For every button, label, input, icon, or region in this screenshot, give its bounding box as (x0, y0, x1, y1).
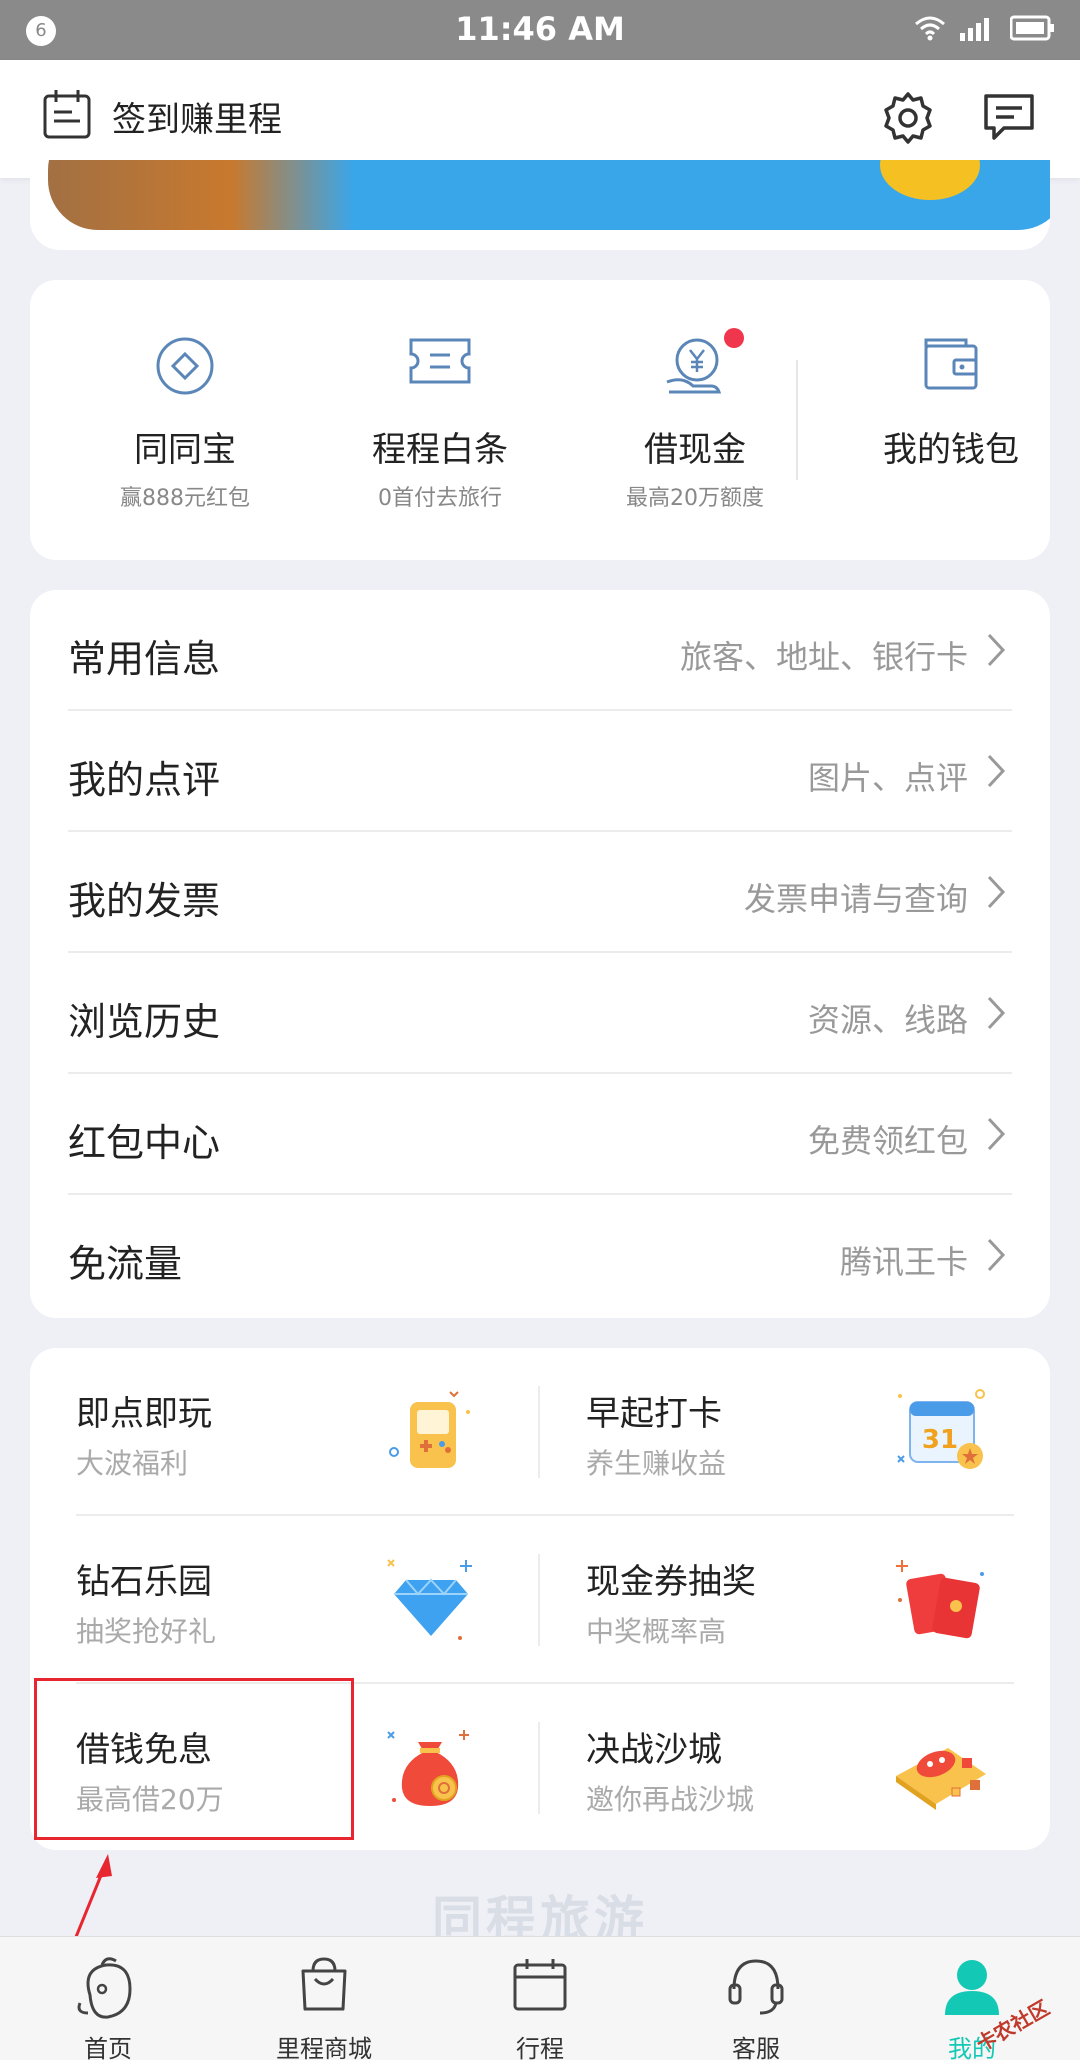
promo-banner[interactable] (30, 160, 1050, 250)
calendar-icon[interactable] (42, 88, 92, 140)
status-bar: 6 11:46 AM (0, 0, 1080, 60)
menu-row-label: 我的发票 (68, 879, 221, 923)
grid-item-early-checkin[interactable]: 早起打卡 养生赚收益 31 (540, 1348, 1050, 1516)
wallet-icon (924, 338, 978, 390)
grid-item-title: 决战沙城 (586, 1730, 722, 1770)
chevron-right-icon (987, 875, 1006, 909)
menu-row-label: 常用信息 (68, 637, 221, 681)
signal-icon (960, 18, 989, 41)
diamond-coin-icon (156, 337, 214, 395)
checkin-title[interactable]: 签到赚里程 (112, 92, 282, 141)
menu-row-hint: 腾讯王卡 (839, 1243, 968, 1281)
diamond-icon (387, 1559, 472, 1640)
grid-item-sand-city-battle[interactable]: 决战沙城 邀你再战沙城 (540, 1684, 1050, 1852)
divider (796, 360, 798, 480)
grid-item-coupon-lottery[interactable]: 现金券抽奖 中奖概率高 (540, 1516, 1050, 1684)
menu-row-invoices[interactable]: 我的发票 发票申请与查询 (68, 832, 1012, 953)
menu-row-hint: 资源、线路 (807, 1001, 968, 1039)
menu-row-red-packet-center[interactable]: 红包中心 免费领红包 (68, 1074, 1012, 1195)
chevron-right-icon (987, 1238, 1006, 1272)
grid-item-sub: 抽奖抢好礼 (76, 1615, 217, 1648)
battery-icon (1010, 15, 1054, 41)
chevron-right-icon (987, 1117, 1006, 1151)
finance-card: 同同宝 赢888元红包 程程白条 0首付去旅行 借现金 最高20万额度 我的钱包 (30, 280, 1050, 560)
menu-row-label: 免流量 (68, 1242, 183, 1286)
finance-item-cash-loan[interactable]: 借现金 最高20万额度 (570, 280, 820, 560)
chevron-right-icon (987, 633, 1006, 667)
chevron-right-icon (987, 754, 1006, 788)
finance-item-wallet[interactable]: 我的钱包 (826, 280, 1076, 560)
finance-item-label: 我的钱包 (883, 430, 1019, 470)
gamepad-icon (896, 1748, 986, 1810)
shopping-bag-icon (301, 1957, 347, 2011)
finance-item-sub: 0首付去旅行 (378, 486, 502, 511)
nav-item-label: 行程 (516, 2035, 564, 2060)
nav-item-home[interactable]: 首页 (0, 1937, 216, 2060)
headset-icon (728, 1959, 784, 2015)
ticket-icon (409, 338, 471, 384)
menu-row-free-data[interactable]: 免流量 腾讯王卡 (68, 1195, 1012, 1316)
game-console-icon (389, 1391, 470, 1468)
yen-coin-icon (666, 338, 722, 394)
grid-item-sub: 大波福利 (76, 1447, 189, 1480)
nav-item-mileage-mall[interactable]: 里程商城 (216, 1937, 432, 2060)
grid-item-sub: 中奖概率高 (586, 1615, 727, 1648)
red-envelope-icon (896, 1560, 984, 1639)
finance-item-baitiao[interactable]: 程程白条 0首付去旅行 (315, 280, 565, 560)
annotation-highlight-box (34, 1678, 354, 1840)
menu-row-history[interactable]: 浏览历史 资源、线路 (68, 953, 1012, 1074)
menu-row-hint: 图片、点评 (807, 759, 968, 797)
itinerary-calendar-icon (513, 1959, 567, 2011)
nav-item-label: 客服 (732, 2035, 780, 2060)
grid-item-sub: 养生赚收益 (586, 1447, 727, 1480)
home-mascot-icon (77, 1957, 132, 2019)
grid-item-title: 现金券抽奖 (586, 1562, 756, 1602)
calendar-day-text: 31 (922, 1425, 958, 1455)
menu-row-reviews[interactable]: 我的点评 图片、点评 (68, 711, 1012, 832)
menu-row-common-info[interactable]: 常用信息 旅客、地址、银行卡 (68, 590, 1012, 711)
grid-item-title: 早起打卡 (586, 1394, 722, 1434)
menu-row-label: 我的点评 (68, 758, 221, 802)
grid-item-play-now[interactable]: 即点即玩 大波福利 (30, 1348, 540, 1516)
user-icon (945, 1960, 999, 2015)
finance-item-sub: 最高20万额度 (626, 486, 764, 511)
nav-item-label: 里程商城 (276, 2035, 372, 2060)
menu-row-label: 红包中心 (68, 1121, 221, 1165)
new-badge-dot (724, 328, 744, 348)
nav-item-itinerary[interactable]: 行程 (432, 1937, 648, 2060)
grid-item-title: 钻石乐园 (76, 1562, 212, 1602)
grid-item-title: 即点即玩 (76, 1394, 212, 1434)
finance-item-tongtongbao[interactable]: 同同宝 赢888元红包 (60, 280, 310, 560)
finance-item-label: 借现金 (644, 430, 746, 470)
menu-row-hint: 发票申请与查询 (743, 880, 968, 918)
finance-item-sub: 赢888元红包 (120, 486, 250, 511)
wifi-icon (915, 16, 945, 41)
bottom-nav: 首页 里程商城 行程 客服 我的 (0, 1936, 1080, 2060)
message-icon[interactable] (982, 92, 1036, 142)
grid-item-diamond-park[interactable]: 钻石乐园 抽奖抢好礼 (30, 1516, 540, 1684)
calendar-31-icon: 31 (897, 1389, 985, 1469)
money-bag-icon (387, 1730, 469, 1806)
menu-card: 常用信息 旅客、地址、银行卡 我的点评 图片、点评 我的发票 发票申请与查询 浏… (30, 590, 1050, 1318)
nav-item-customer-service[interactable]: 客服 (648, 1937, 864, 2060)
system-icons (914, 14, 1056, 42)
chevron-right-icon (987, 996, 1006, 1030)
grid-item-sub: 邀你再战沙城 (586, 1783, 755, 1816)
finance-item-label: 程程白条 (372, 430, 508, 470)
menu-row-label: 浏览历史 (68, 1000, 221, 1044)
settings-icon[interactable] (880, 90, 936, 146)
nav-item-mine[interactable]: 我的 (864, 1937, 1080, 2060)
nav-item-label: 首页 (84, 2035, 132, 2060)
finance-item-label: 同同宝 (134, 430, 236, 470)
menu-row-hint: 旅客、地址、银行卡 (679, 638, 968, 676)
menu-row-hint: 免费领红包 (807, 1122, 968, 1160)
